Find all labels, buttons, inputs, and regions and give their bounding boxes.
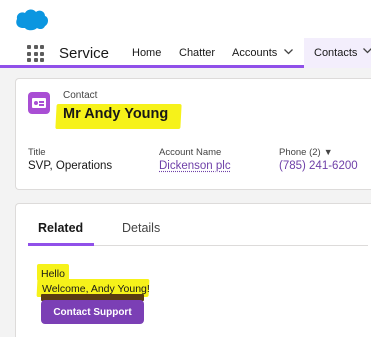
account-name-link[interactable]: Dickenson plc <box>159 160 231 172</box>
app-name: Service <box>59 45 110 62</box>
app-nav-bar: Service Home Chatter Accounts Contacts <box>0 38 371 68</box>
phone-label: Phone (2) <box>279 147 321 158</box>
chevron-down-icon[interactable] <box>362 45 371 59</box>
active-tab-indicator <box>28 243 94 246</box>
caret-down-icon[interactable]: ▼ <box>324 147 333 157</box>
record-body: Related Details Hello Welcome, Andy Youn… <box>15 203 371 337</box>
welcome-text: Welcome, Andy Young! <box>42 283 150 295</box>
tab-details[interactable]: Details <box>122 221 160 235</box>
contact-card-icon <box>28 92 50 114</box>
nav-item-contacts-label[interactable]: Contacts <box>314 47 357 59</box>
field-label-account: Account Name <box>159 147 222 158</box>
record-header: Contact Mr Andy Young Title SVP, Operati… <box>15 78 371 190</box>
phone-link[interactable]: (785) 241-6200 <box>279 160 358 172</box>
field-value-title: SVP, Operations <box>28 160 113 172</box>
app-launcher-icon[interactable] <box>27 45 44 62</box>
cloud-icon[interactable] <box>14 6 50 32</box>
global-header <box>0 0 371 38</box>
chevron-down-icon[interactable] <box>283 46 294 60</box>
record-name: Mr Andy Young <box>63 106 169 122</box>
field-label-phone: Phone (2) ▼ <box>279 147 333 158</box>
object-label: Contact <box>63 90 98 101</box>
tab-related[interactable]: Related <box>38 221 83 235</box>
contact-support-button[interactable]: Contact Support <box>41 300 144 324</box>
nav-item-accounts[interactable]: Accounts <box>232 47 277 59</box>
nav-item-chatter[interactable]: Chatter <box>179 47 215 59</box>
nav-item-home[interactable]: Home <box>132 47 161 59</box>
field-label-title: Title <box>28 147 46 158</box>
